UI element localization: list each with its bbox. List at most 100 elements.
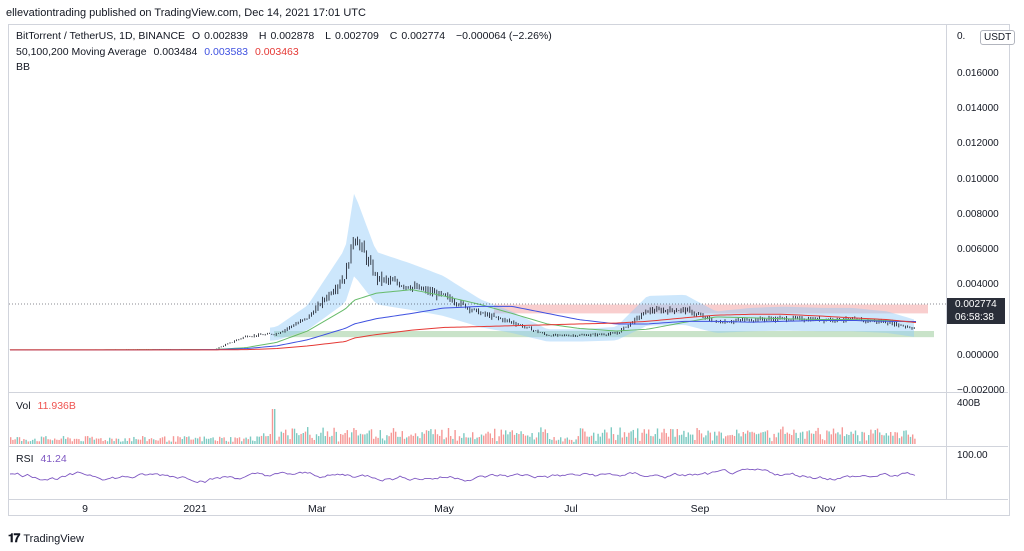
rsi-legend[interactable]: RSI 41.24 [16,453,71,465]
volume-bar [210,438,212,444]
volume-bar [164,436,166,444]
volume-bar [342,434,344,444]
time-tick: Mar [307,503,327,515]
symbol-legend[interactable]: BitTorrent / TetherUS, 1D, BINANCE O 0.00… [16,30,556,42]
volume-bar [560,437,562,444]
volume-bar [865,440,868,444]
volume-bar [511,430,513,444]
volume-bar [122,441,124,444]
volume-bar [874,430,876,444]
volume-bar [432,434,434,444]
volume-bar [777,432,780,444]
currency-badge[interactable]: USDT [980,30,1016,45]
volume-bar [126,440,128,444]
volume-bar [256,436,258,444]
volume-bar [192,439,194,444]
volume-bar [258,436,260,444]
volume-bar [201,441,203,444]
volume-bar [78,439,80,444]
volume-bar [208,438,210,444]
volume-bar [421,432,423,444]
volume-bar [538,432,540,444]
volume-bar [854,430,857,444]
ma-legend[interactable]: 50,100,200 Moving Average 0.003484 0.003… [16,46,303,58]
volume-bar [285,429,287,444]
rsi-value: 41.24 [40,453,67,465]
volume-bar [465,437,467,444]
volume-bar [791,435,793,444]
volume-bar [373,438,375,444]
volume-bar [243,438,245,444]
volume-bar [357,435,359,444]
volume-bar [485,433,487,444]
volume-bar [626,436,628,444]
volume-bar [722,438,725,444]
volume-bar [896,432,898,444]
volume-bar [747,430,749,444]
rsi-label: RSI [16,453,34,465]
volume-value: 11.936B [37,400,76,412]
rsi-layer [9,468,916,483]
volume-bar [544,429,546,444]
volume-bar [786,432,788,444]
volume-bar [406,437,408,444]
volume-bar [808,430,810,444]
volume-bar [674,436,676,444]
volume-bar [34,438,36,444]
ohlc-close: C 0.002774 [389,30,446,42]
volume-bar [157,440,159,444]
volume-bar [694,440,696,444]
volume-bar [23,439,25,444]
bb-legend[interactable]: BB [16,61,34,73]
price-tick: −0.002000 [957,384,1005,396]
volume-bar [381,438,384,444]
volume-bar [760,432,762,444]
volume-bar [879,432,881,444]
volume-bar [181,439,183,444]
volume-bar [249,436,252,444]
volume-bar [527,435,529,444]
volume-bar [509,431,511,444]
volume-bar [441,429,443,444]
volume-bar [520,431,522,444]
volume-bar [14,439,16,444]
volume-bar [628,432,630,444]
volume-bar [467,437,469,444]
ohlc-high: H 0.002878 [258,30,315,42]
volume-bar [423,433,425,444]
volume-bar [505,430,507,444]
tradingview-footer[interactable]: 𝟏𝟕 TradingView [8,531,84,546]
volume-bar [478,436,480,444]
volume-bar [47,439,49,444]
volume-bar [51,440,54,444]
chart-canvas[interactable] [0,0,1024,551]
volume-bar [773,433,775,444]
volume-bar [359,433,362,444]
volume-bar [445,437,447,444]
volume-bar [247,439,249,444]
volume-bar [703,437,705,444]
volume-bar [111,438,113,444]
volume-bar [346,430,348,444]
volume-bar [62,436,65,444]
volume-bar [197,438,199,444]
volume-bar [322,427,324,444]
volume-bar [109,437,111,444]
volume-bar [843,436,846,444]
volume-bar [806,431,808,444]
ma100-value: 0.003583 [204,46,249,58]
volume-legend[interactable]: Vol 11.936B [16,400,80,412]
volume-bar [254,441,256,444]
volume-bar [676,428,678,444]
volume-bar [513,434,516,444]
volume-bar [852,433,854,444]
volume-bar [824,440,826,444]
volume-bar [142,436,144,444]
volume-bar [914,438,916,444]
volume-bar [458,436,461,444]
volume-bar [139,439,142,444]
volume-bar [619,427,621,444]
volume-bar [375,436,377,444]
volume-bar [188,436,190,444]
volume-bar [568,439,571,444]
